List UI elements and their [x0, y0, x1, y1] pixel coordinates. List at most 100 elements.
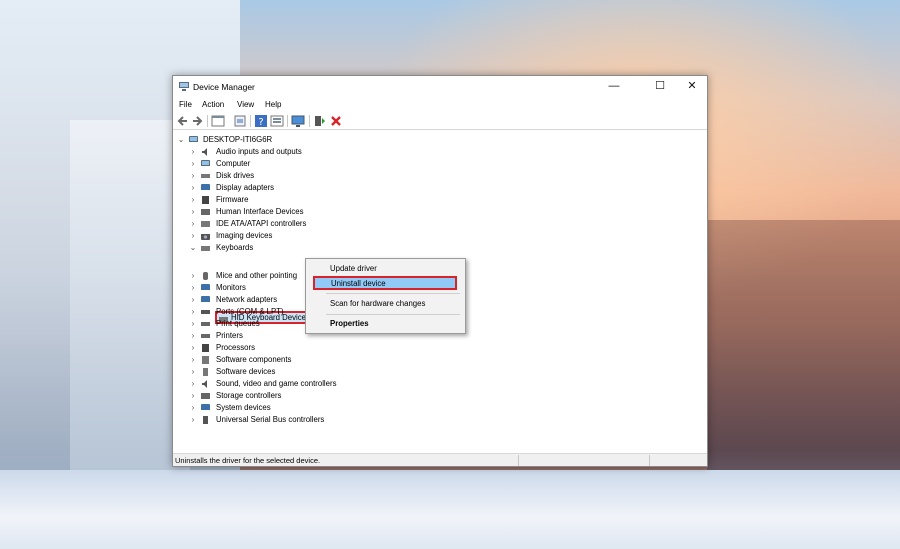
- toolbar-separator: [309, 115, 310, 127]
- monitor-icon[interactable]: [291, 114, 305, 128]
- tree-item-label: Imaging devices: [216, 231, 273, 240]
- tree-item-label: Ports (COM & LPT): [216, 307, 284, 316]
- chevron-right-icon[interactable]: ›: [189, 378, 197, 390]
- tree-item-label: Keyboards: [216, 243, 254, 252]
- background-snow-field: [0, 470, 900, 549]
- chevron-right-icon[interactable]: ›: [189, 294, 197, 306]
- menu-view[interactable]: View: [237, 100, 254, 109]
- uninstall-icon[interactable]: [329, 114, 343, 128]
- menu-item-uninstall-device[interactable]: Uninstall device: [313, 276, 457, 290]
- chevron-right-icon[interactable]: ›: [189, 194, 197, 206]
- device-manager-icon: [179, 82, 189, 91]
- menu-separator: [326, 293, 460, 294]
- chevron-right-icon[interactable]: ›: [189, 330, 197, 342]
- printer-icon: [201, 334, 210, 338]
- forward-icon[interactable]: [190, 114, 204, 128]
- tree-item-label: Storage controllers: [216, 391, 282, 400]
- tree-item-label: Mice and other pointing: [216, 271, 298, 280]
- title-bar[interactable]: Device Manager — ☐ ✕: [173, 76, 707, 97]
- chevron-right-icon[interactable]: ›: [189, 158, 197, 170]
- view-icon[interactable]: [270, 114, 284, 128]
- tree-item-label: Computer: [216, 159, 251, 168]
- tree-item-label: Universal Serial Bus controllers: [216, 415, 325, 424]
- tree-root-label: DESKTOP-ITI6G6R: [203, 135, 273, 144]
- background-forest: [707, 220, 900, 480]
- chevron-right-icon[interactable]: ›: [189, 366, 197, 378]
- system-device-icon: [201, 404, 210, 410]
- disk-icon: [201, 174, 210, 178]
- keyboard-icon: [201, 246, 210, 251]
- menu-action[interactable]: Action: [202, 100, 224, 109]
- chevron-right-icon[interactable]: ›: [189, 342, 197, 354]
- menu-item-update-driver[interactable]: Update driver: [306, 262, 465, 276]
- menu-item-scan-hardware[interactable]: Scan for hardware changes: [306, 297, 465, 311]
- chevron-right-icon[interactable]: ›: [189, 146, 197, 158]
- chevron-down-icon[interactable]: ⌄: [177, 134, 185, 146]
- chevron-right-icon[interactable]: ›: [189, 170, 197, 182]
- computer-icon: [189, 136, 198, 142]
- minimize-button[interactable]: —: [599, 76, 629, 97]
- storage-icon: [201, 393, 210, 399]
- maximize-button[interactable]: ☐: [645, 76, 675, 97]
- menu-separator: [326, 314, 460, 315]
- tree-item-label: Human Interface Devices: [216, 207, 304, 216]
- status-separator: [518, 455, 519, 466]
- tree-item-label: System devices: [216, 403, 271, 412]
- chevron-right-icon[interactable]: ›: [189, 230, 197, 242]
- chevron-right-icon[interactable]: ›: [189, 282, 197, 294]
- toolbar-separator: [207, 115, 208, 127]
- port-icon: [201, 310, 210, 314]
- tree-item-label: Software devices: [216, 367, 276, 376]
- display-adapter-icon: [201, 184, 210, 190]
- menu-bar: File Action View Help: [173, 98, 707, 112]
- tree-item-label: Audio inputs and outputs: [216, 147, 302, 156]
- chevron-right-icon[interactable]: ›: [189, 182, 197, 194]
- chevron-right-icon[interactable]: ›: [189, 402, 197, 414]
- close-button[interactable]: ✕: [677, 76, 707, 97]
- chevron-right-icon[interactable]: ›: [189, 306, 197, 318]
- tree-item-label: Print queues: [216, 319, 260, 328]
- chevron-right-icon[interactable]: ›: [189, 354, 197, 366]
- hid-icon: [201, 209, 210, 215]
- usb-icon: [203, 416, 208, 424]
- tree-item-label: Software components: [216, 355, 292, 364]
- tree-item-label: Printers: [216, 331, 243, 340]
- status-separator: [649, 455, 650, 466]
- tree-item-label: Monitors: [216, 283, 246, 292]
- status-bar: Uninstalls the driver for the selected d…: [173, 453, 707, 466]
- chevron-right-icon[interactable]: ›: [189, 390, 197, 402]
- menu-help[interactable]: Help: [265, 100, 281, 109]
- window-title: Device Manager: [193, 82, 255, 92]
- toolbar-separator: [287, 115, 288, 127]
- tree-item-label: Network adapters: [216, 295, 278, 304]
- processor-icon: [202, 344, 209, 352]
- printer-icon: [201, 322, 210, 326]
- chevron-right-icon[interactable]: ›: [189, 218, 197, 230]
- chevron-right-icon[interactable]: ›: [189, 414, 197, 426]
- tree-item-label: Processors: [216, 343, 255, 352]
- menu-file[interactable]: File: [179, 100, 192, 109]
- monitor-icon: [201, 284, 210, 290]
- help-icon[interactable]: ?: [254, 114, 268, 128]
- chevron-right-icon[interactable]: ›: [189, 270, 197, 282]
- add-driver-icon[interactable]: [313, 114, 327, 128]
- svg-text:?: ?: [258, 117, 263, 128]
- properties-icon[interactable]: [211, 114, 225, 128]
- driver-icon[interactable]: [233, 114, 247, 128]
- toolbar: ?: [173, 112, 707, 130]
- back-icon[interactable]: [176, 114, 190, 128]
- software-device-icon: [203, 368, 208, 376]
- speaker-icon: [202, 148, 207, 156]
- software-component-icon: [202, 356, 209, 364]
- toolbar-separator: [250, 115, 251, 127]
- computer-icon: [201, 160, 210, 166]
- chevron-down-icon[interactable]: ⌄: [189, 242, 197, 254]
- chevron-right-icon[interactable]: ›: [189, 318, 197, 330]
- tree-item-label: Display adapters: [216, 183, 275, 192]
- camera-icon: [201, 234, 210, 240]
- chevron-right-icon[interactable]: ›: [189, 206, 197, 218]
- tree-item-label: IDE ATA/ATAPI controllers: [216, 219, 307, 228]
- mouse-icon: [203, 272, 208, 280]
- menu-item-properties[interactable]: Properties: [306, 317, 465, 331]
- speaker-icon: [202, 380, 207, 388]
